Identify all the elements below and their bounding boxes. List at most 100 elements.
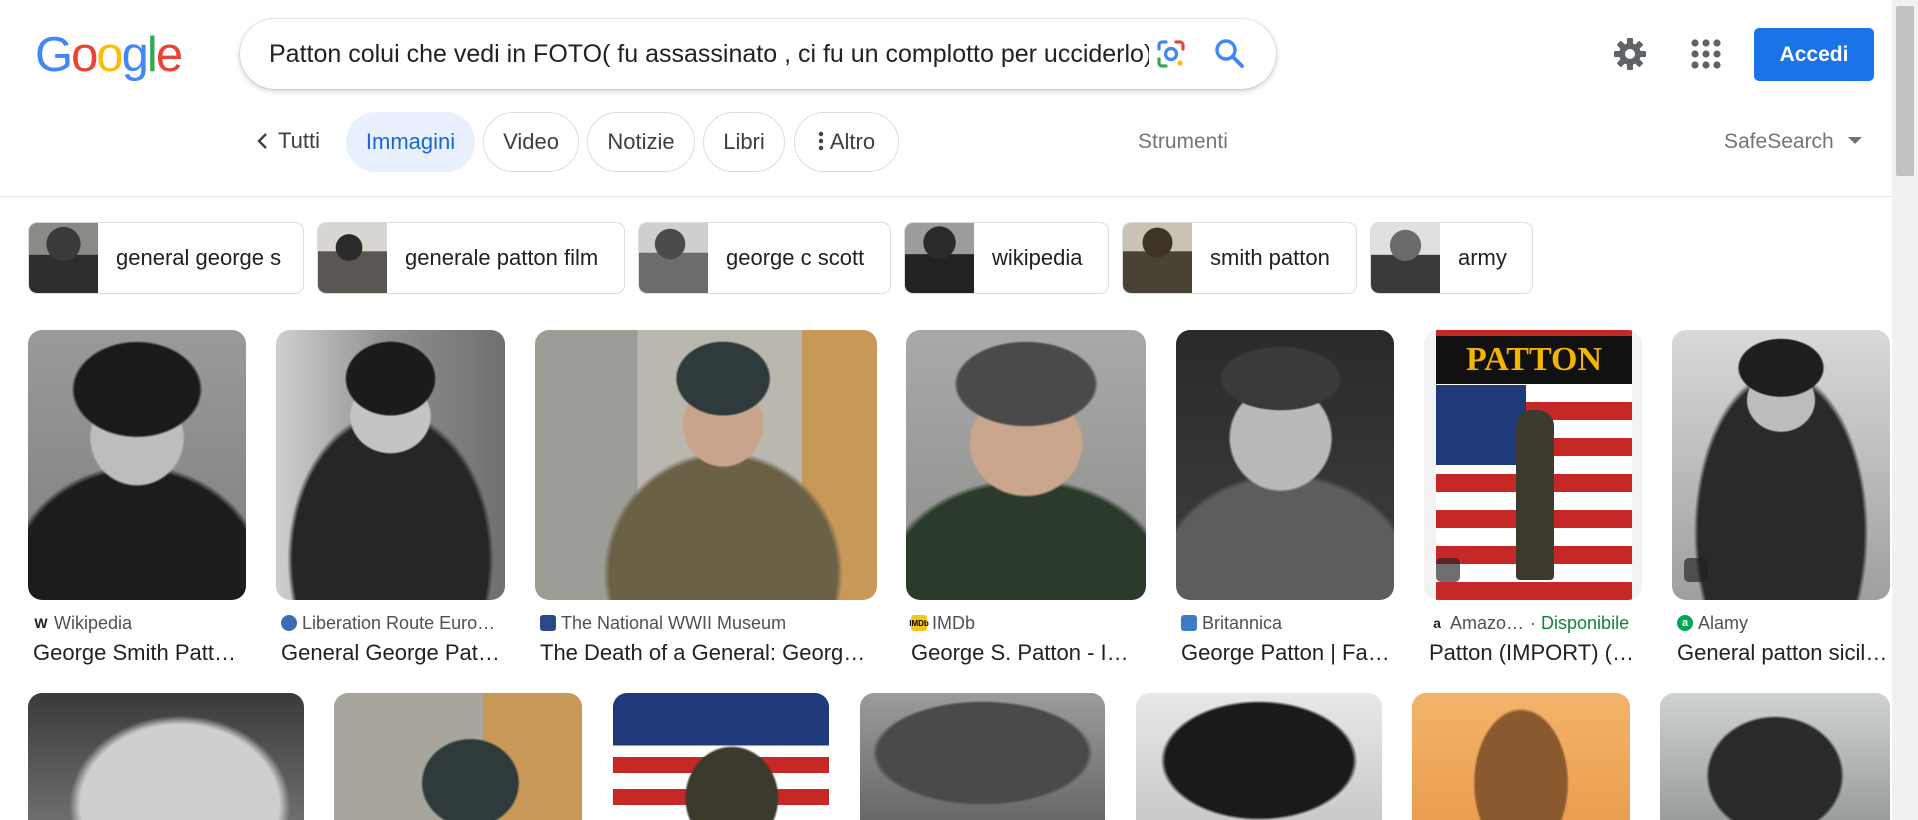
result-source: Liberation Route Euro… [276, 612, 505, 634]
chip-label: wikipedia [992, 245, 1083, 270]
globe-favicon-icon [281, 615, 297, 631]
result-title[interactable]: Patton (IMPORT) (N… [1424, 640, 1642, 666]
tab-books[interactable]: Libri [703, 112, 785, 172]
chip-thumbnail [1371, 223, 1440, 293]
logo-letter: l [146, 28, 158, 82]
result-title[interactable]: General George Patton [276, 640, 505, 666]
scrollbar-thumb[interactable] [1896, 6, 1914, 176]
result-thumbnail[interactable]: PATTON [1424, 330, 1642, 600]
image-result[interactable]: a Alamy General patton sicil… [1672, 330, 1890, 666]
image-result[interactable]: IMDb IMDb George S. Patton - IM… [906, 330, 1146, 666]
related-chip[interactable]: george c scott [638, 222, 891, 294]
imdb-favicon-icon: IMDb [909, 615, 929, 631]
result-thumbnail[interactable] [334, 693, 582, 820]
search-box[interactable]: Patton colui che vedi in FOTO( fu assass… [240, 19, 1276, 89]
google-apps-grid-icon[interactable] [1689, 37, 1723, 71]
result-source-name: Liberation Route Euro… [302, 612, 496, 633]
result-thumbnail[interactable] [28, 693, 304, 820]
result-thumbnail[interactable] [860, 693, 1105, 820]
search-icon[interactable] [1212, 36, 1246, 70]
settings-gear-icon[interactable] [1612, 36, 1648, 72]
image-result[interactable]: The National WWII Museum The Death of a … [535, 330, 877, 666]
image-result[interactable] [860, 693, 1105, 820]
image-icon [1684, 558, 1708, 582]
result-thumbnail[interactable] [535, 330, 877, 600]
image-result[interactable]: Liberation Route Euro… General George Pa… [276, 330, 505, 666]
image-result[interactable] [1136, 693, 1382, 820]
google-logo[interactable]: Google [35, 28, 183, 82]
safesearch-label: SafeSearch [1724, 130, 1834, 153]
chip-label: army [1458, 245, 1507, 270]
dropdown-caret-icon [1847, 137, 1862, 144]
chip-thumbnail [1123, 223, 1192, 293]
chip-thumbnail [29, 223, 98, 293]
image-result[interactable] [334, 693, 582, 820]
image-result[interactable]: PATTON a Amazo… · Disponibile Patton (IMPO… [1424, 330, 1642, 666]
tab-all[interactable]: Tutti [245, 112, 331, 172]
availability-label: · Disponibile [1530, 612, 1630, 633]
dvd-cover: PATTON [1436, 330, 1632, 600]
museum-favicon-icon [540, 615, 556, 631]
chip-label: general george s [116, 245, 282, 270]
logo-letter: e [155, 28, 183, 82]
result-thumbnail[interactable] [1412, 693, 1630, 820]
result-thumbnail[interactable] [28, 330, 246, 600]
more-vertical-icon [818, 131, 824, 151]
page-scrollbar[interactable] [1892, 0, 1918, 820]
google-lens-icon[interactable] [1155, 38, 1187, 70]
image-result[interactable]: W Wikipedia George Smith Patto… [28, 330, 246, 666]
alamy-favicon-icon: a [1677, 615, 1693, 631]
result-source-name: IMDb [932, 612, 976, 633]
result-thumbnail[interactable] [906, 330, 1146, 600]
tab-more-label: Altro [829, 129, 876, 154]
image-result[interactable] [28, 693, 304, 820]
dvd-cover-stars [1436, 385, 1526, 465]
related-chip[interactable]: smith patton [1122, 222, 1357, 294]
related-chip[interactable]: wikipedia [904, 222, 1109, 294]
logo-letter: o [71, 28, 98, 82]
result-source: a Amazo… · Disponibile [1424, 612, 1642, 634]
sign-in-button[interactable]: Accedi [1754, 28, 1874, 81]
tab-images[interactable]: Immagini [346, 112, 475, 172]
result-source: The National WWII Museum [535, 612, 877, 634]
result-source-name: Alamy [1698, 612, 1749, 633]
related-chip[interactable]: generale patton film [317, 222, 625, 294]
image-result[interactable] [1660, 693, 1890, 820]
product-tag-icon [1436, 558, 1460, 582]
tab-more[interactable]: Altro [794, 112, 899, 172]
tab-news[interactable]: Notizie [587, 112, 695, 172]
result-title[interactable]: George Smith Patto… [28, 640, 246, 666]
chip-thumbnail [639, 223, 708, 293]
chip-thumbnail [318, 223, 387, 293]
result-title[interactable]: George S. Patton - IM… [906, 640, 1146, 666]
result-title[interactable]: The Death of a General: George … [535, 640, 877, 666]
search-input[interactable]: Patton colui che vedi in FOTO( fu assass… [269, 19, 1149, 89]
related-chip[interactable]: general george s [28, 222, 304, 294]
image-result[interactable]: Britannica George Patton | Fac… [1176, 330, 1394, 666]
result-source: W Wikipedia [28, 612, 246, 634]
related-chip[interactable]: army [1370, 222, 1533, 294]
result-thumbnail[interactable] [1660, 693, 1890, 820]
result-thumbnail[interactable] [276, 330, 505, 600]
image-result[interactable] [613, 693, 829, 820]
result-source-name: The National WWII Museum [561, 612, 787, 633]
tools-button[interactable]: Strumenti [1138, 130, 1228, 154]
result-source: a Alamy [1672, 612, 1890, 634]
tab-video[interactable]: Video [483, 112, 579, 172]
result-thumbnail[interactable] [1672, 330, 1890, 600]
image-result[interactable] [1412, 693, 1630, 820]
wikipedia-favicon-icon: W [34, 615, 48, 631]
logo-letter: o [96, 28, 123, 82]
result-source-name: Amazo… [1450, 612, 1525, 633]
logo-letter: G [35, 28, 73, 82]
result-title[interactable]: General patton sicil… [1672, 640, 1890, 666]
result-thumbnail[interactable] [1176, 330, 1394, 600]
result-thumbnail[interactable] [613, 693, 829, 820]
result-title[interactable]: George Patton | Fac… [1176, 640, 1394, 666]
logo-letter: g [121, 28, 149, 82]
safesearch-dropdown[interactable]: SafeSearch [1724, 130, 1862, 154]
chip-label: generale patton film [405, 245, 599, 270]
result-thumbnail[interactable] [1136, 693, 1382, 820]
tab-all-label: Tutti [278, 128, 320, 153]
result-source: Britannica [1176, 612, 1394, 634]
